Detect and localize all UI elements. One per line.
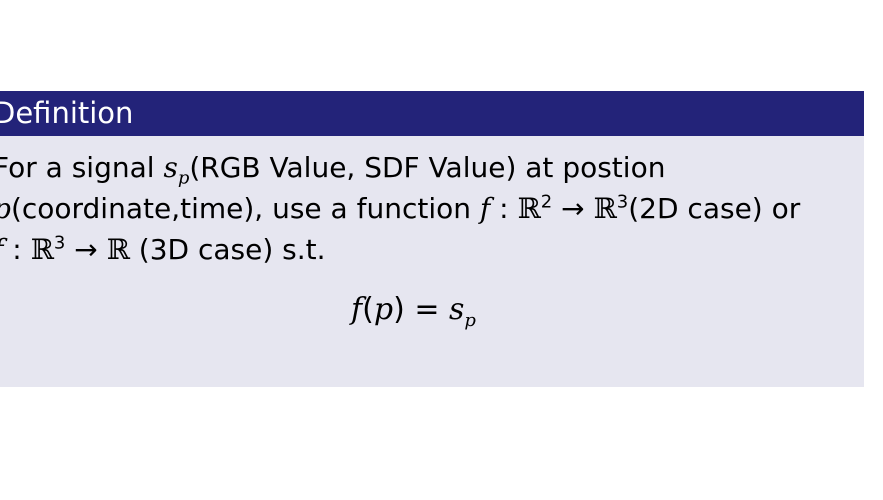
definition-line-1: For a signal sp(RGB Value, SDF Value) at… xyxy=(0,147,864,188)
signal-subscript: p xyxy=(177,167,190,189)
signal-symbol: s xyxy=(449,292,465,327)
reals-symbol: ℝ xyxy=(517,192,541,225)
definition-block: Definition For a signal sp(RGB Value, SD… xyxy=(0,91,864,387)
exponent: 3 xyxy=(616,191,629,213)
colon-symbol: : xyxy=(3,233,31,266)
text-segment: (3D case) s.t. xyxy=(129,233,326,266)
signal-subscript: p xyxy=(464,310,476,331)
definition-line-3: f : ℝ3 → ℝ (3D case) s.t. xyxy=(0,229,864,270)
position-symbol: p xyxy=(373,292,394,327)
display-equation: f(p) = sp xyxy=(0,289,864,330)
open-paren: ( xyxy=(362,292,374,327)
block-title: Definition xyxy=(0,91,864,136)
position-symbol: p xyxy=(0,192,11,225)
text-segment: (RGB Value, SDF Value) at postion xyxy=(189,151,666,184)
function-symbol: f xyxy=(479,192,491,225)
text-segment: (2D case) or xyxy=(628,192,801,225)
exponent: 3 xyxy=(53,232,66,254)
reals-symbol: ℝ xyxy=(106,233,130,266)
text-segment: For a signal xyxy=(0,151,164,184)
definition-line-2: p(coordinate,time), use a function f : ℝ… xyxy=(0,188,864,229)
equals-symbol: = xyxy=(404,292,450,327)
reals-symbol: ℝ xyxy=(30,233,54,266)
arrow-symbol: → xyxy=(552,192,594,225)
reals-symbol: ℝ xyxy=(593,192,617,225)
signal-symbol: s xyxy=(163,151,178,184)
block-body: For a signal sp(RGB Value, SDF Value) at… xyxy=(0,136,864,387)
function-symbol: f xyxy=(351,292,363,327)
exponent: 2 xyxy=(540,191,553,213)
arrow-symbol: → xyxy=(65,233,107,266)
close-paren: ) xyxy=(393,292,405,327)
text-segment: (coordinate,time), use a function xyxy=(10,192,480,225)
colon-symbol: : xyxy=(490,192,518,225)
slide: Definition For a signal sp(RGB Value, SD… xyxy=(0,0,883,500)
